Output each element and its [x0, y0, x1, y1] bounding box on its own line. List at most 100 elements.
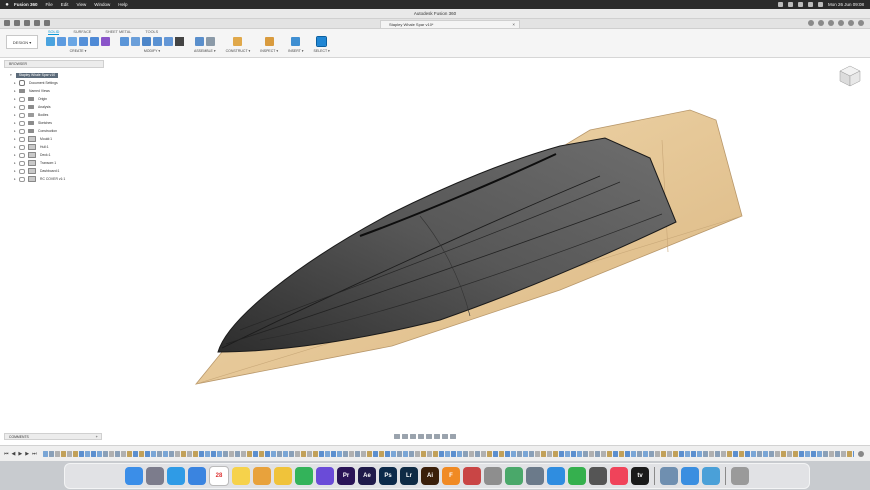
browser-item-transom[interactable]: ▸ Transom:1: [14, 159, 104, 167]
browser-item-hull[interactable]: ▸ Hull:1: [14, 143, 104, 151]
timeline-feature-icon[interactable]: [108, 451, 114, 457]
visibility-icon[interactable]: [19, 176, 25, 182]
timeline-forward-icon[interactable]: ▶: [25, 451, 29, 457]
comments-panel[interactable]: COMMENTS +: [4, 433, 102, 440]
timeline-feature-icon[interactable]: [588, 451, 594, 457]
timeline-feature-icon[interactable]: [636, 451, 642, 457]
timeline-feature-icon[interactable]: [66, 451, 72, 457]
timeline-feature-icon[interactable]: [210, 451, 216, 457]
timeline-feature-icon[interactable]: [708, 451, 714, 457]
timeline-feature-icon[interactable]: [390, 451, 396, 457]
timeline-feature-icon[interactable]: [744, 451, 750, 457]
timeline-feature-icon[interactable]: [816, 451, 822, 457]
dock-maps-icon[interactable]: [505, 467, 523, 485]
dock-calendar-icon[interactable]: 28: [209, 466, 229, 486]
timeline-feature-icon[interactable]: [852, 451, 854, 457]
timeline-feature-icon[interactable]: [174, 451, 180, 457]
timeline-first-icon[interactable]: ⏮: [4, 451, 9, 457]
timeline-feature-icon[interactable]: [738, 451, 744, 457]
timeline-feature-icon[interactable]: [60, 451, 66, 457]
timeline-feature-icon[interactable]: [438, 451, 444, 457]
timeline-feature-icon[interactable]: [228, 451, 234, 457]
dock-mail-icon[interactable]: [188, 467, 206, 485]
dock-after-effects-icon[interactable]: Ae: [358, 467, 376, 485]
timeline-feature-icon[interactable]: [354, 451, 360, 457]
timeline-feature-icon[interactable]: [378, 451, 384, 457]
dock-imovie-icon[interactable]: [316, 467, 334, 485]
timeline-feature-icon[interactable]: [276, 451, 282, 457]
timeline-feature-icon[interactable]: [432, 451, 438, 457]
timeline-feature-icon[interactable]: [450, 451, 456, 457]
timeline-feature-icon[interactable]: [678, 451, 684, 457]
visibility-icon[interactable]: [19, 152, 25, 158]
timeline-feature-icon[interactable]: [180, 451, 186, 457]
timeline-feature-icon[interactable]: [96, 451, 102, 457]
timeline-feature-icon[interactable]: [666, 451, 672, 457]
timeline-feature-icon[interactable]: [192, 451, 198, 457]
fit-icon[interactable]: [426, 434, 432, 439]
timeline-feature-icon[interactable]: [780, 451, 786, 457]
browser-item-rc-cover[interactable]: ▸ RC COVER v1:1: [14, 175, 104, 183]
timeline-feature-icon[interactable]: [384, 451, 390, 457]
timeline-feature-icon[interactable]: [84, 451, 90, 457]
timeline-feature-icon[interactable]: [516, 451, 522, 457]
timeline-feature-icon[interactable]: [642, 451, 648, 457]
visibility-icon[interactable]: [19, 144, 25, 150]
dock-app-store-icon[interactable]: [547, 467, 565, 485]
timeline-feature-icon[interactable]: [594, 451, 600, 457]
timeline-feature-icon[interactable]: [414, 451, 420, 457]
timeline-feature-icon[interactable]: [222, 451, 228, 457]
timeline-feature-icon[interactable]: [444, 451, 450, 457]
timeline-last-icon[interactable]: ⏭: [32, 451, 37, 457]
dock-trash-icon[interactable]: [731, 467, 749, 485]
dock-lightroom-icon[interactable]: Lr: [400, 467, 418, 485]
timeline-feature-icon[interactable]: [216, 451, 222, 457]
timeline-feature-icon[interactable]: [774, 451, 780, 457]
timeline-play-icon[interactable]: ▶: [18, 451, 22, 457]
timeline-feature-icon[interactable]: [660, 451, 666, 457]
timeline-feature-icon[interactable]: [120, 451, 126, 457]
timeline-feature-icon[interactable]: [624, 451, 630, 457]
timeline-feature-icon[interactable]: [204, 451, 210, 457]
timeline-feature-icon[interactable]: [732, 451, 738, 457]
timeline-feature-icon[interactable]: [684, 451, 690, 457]
visibility-icon[interactable]: [19, 112, 25, 118]
timeline-feature-icon[interactable]: [294, 451, 300, 457]
timeline-feature-icon[interactable]: [720, 451, 726, 457]
timeline-settings-icon[interactable]: [858, 451, 864, 457]
timeline-feature-icon[interactable]: [510, 451, 516, 457]
timeline-feature-icon[interactable]: [348, 451, 354, 457]
add-comment-icon[interactable]: +: [96, 434, 98, 439]
dock-finder-icon[interactable]: [125, 467, 143, 485]
dock-safari-icon[interactable]: [167, 467, 185, 485]
dock-fusion-360-icon[interactable]: F: [442, 467, 460, 485]
browser-item-bodies[interactable]: ▸ Bodies: [14, 111, 104, 119]
chevron-down-icon[interactable]: ▾: [10, 73, 12, 77]
dock-facetime-icon[interactable]: [568, 467, 586, 485]
browser-item-dashboard[interactable]: ▸ Dashboard:1: [14, 167, 104, 175]
timeline-feature-icon[interactable]: [234, 451, 240, 457]
timeline-feature-icon[interactable]: [612, 451, 618, 457]
timeline-feature-icon[interactable]: [330, 451, 336, 457]
timeline-feature-icon[interactable]: [138, 451, 144, 457]
visibility-icon[interactable]: [19, 120, 25, 126]
timeline-feature-icon[interactable]: [846, 451, 852, 457]
timeline-feature-icon[interactable]: [798, 451, 804, 457]
dock-compass-icon[interactable]: [589, 467, 607, 485]
timeline-feature-icon[interactable]: [114, 451, 120, 457]
timeline-feature-icon[interactable]: [336, 451, 342, 457]
timeline-feature-icon[interactable]: [606, 451, 612, 457]
display-settings-icon[interactable]: [434, 434, 440, 439]
timeline-feature-icon[interactable]: [360, 451, 366, 457]
timeline-feature-icon[interactable]: [582, 451, 588, 457]
timeline-feature-icon[interactable]: [552, 451, 558, 457]
timeline-feature-icon[interactable]: [504, 451, 510, 457]
timeline-feature-icon[interactable]: [474, 451, 480, 457]
orbit-icon[interactable]: [394, 434, 400, 439]
browser-item-mould[interactable]: ▸ Mould:1: [14, 135, 104, 143]
browser-item-origin[interactable]: ▸ Origin: [14, 95, 104, 103]
timeline-feature-icon[interactable]: [828, 451, 834, 457]
timeline-feature-icon[interactable]: [420, 451, 426, 457]
timeline-feature-icon[interactable]: [834, 451, 840, 457]
dock-photoshop-icon[interactable]: Ps: [379, 467, 397, 485]
